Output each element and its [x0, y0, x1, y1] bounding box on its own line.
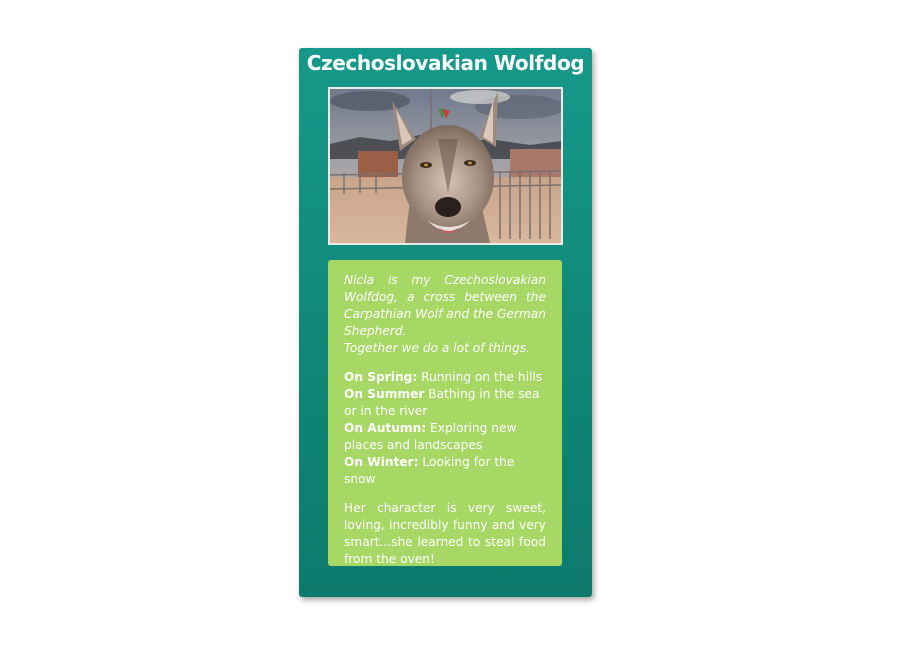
description-panel: Nicla is my Czechoslovakian Wolfdog, a c…	[328, 260, 562, 566]
season-label: On Spring:	[344, 370, 418, 384]
dog-photo	[328, 87, 563, 245]
card-title: Czechoslovakian Wolfdog	[306, 51, 585, 75]
intro-text: Nicla is my Czechoslovakian Wolfdog, a c…	[344, 272, 546, 357]
seasons-list: On Spring: Running on the hills On Summe…	[344, 369, 546, 488]
season-label: On Autumn:	[344, 421, 427, 435]
character-text: Her character is very sweet, loving, inc…	[344, 501, 546, 566]
season-label: On Winter:	[344, 455, 419, 469]
season-label: On Summer	[344, 387, 425, 401]
season-spring: On Spring: Running on the hills	[344, 369, 546, 386]
season-autumn: On Autumn: Exploring new places and land…	[344, 420, 546, 454]
intro-line-2: Together we do a lot of things.	[344, 341, 530, 355]
season-summer: On Summer Bathing in the sea or in the r…	[344, 386, 546, 420]
intro-line-1: Nicla is my Czechoslovakian Wolfdog, a c…	[344, 273, 546, 338]
season-text: Running on the hills	[417, 370, 543, 384]
profile-card: Czechoslovakian Wolfdog Nicla is my Czec…	[299, 48, 592, 597]
season-winter: On Winter: Looking for the snow	[344, 454, 546, 488]
